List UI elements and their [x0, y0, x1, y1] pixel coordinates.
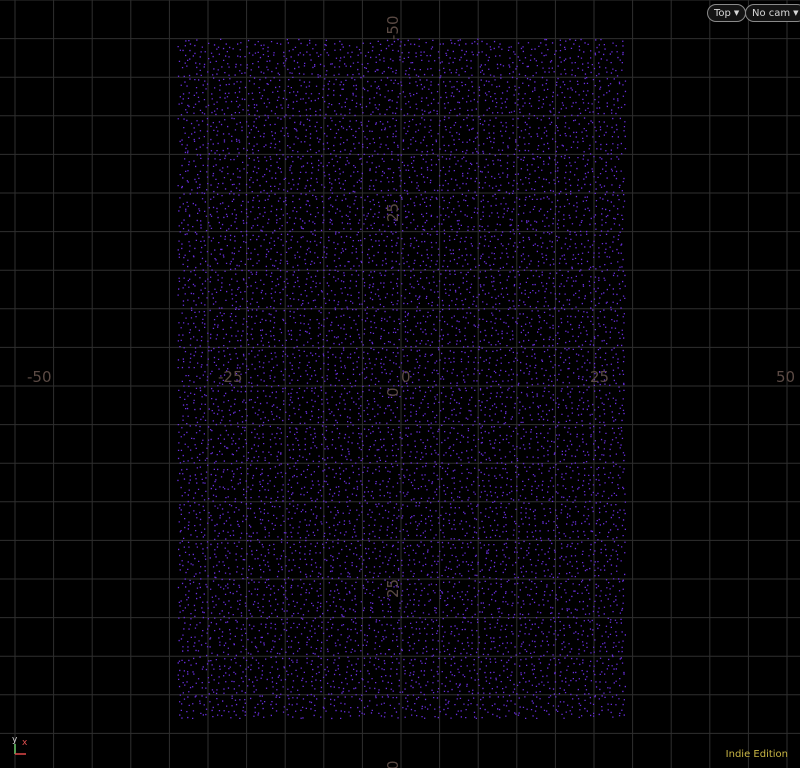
view-menu-caret-icon: ▼ [733, 9, 740, 17]
grid-and-points: -50 -25 0 25 50 -50 25 0 25 0 [0, 0, 800, 768]
v-label-lower25: 25 [384, 579, 402, 598]
h-label-0: 0 [401, 368, 411, 386]
view-menu-label: Top [714, 8, 731, 19]
v-label-0: 0 [384, 387, 402, 397]
h-label-50: 50 [776, 368, 795, 386]
camera-menu-button[interactable]: No cam ▼ [745, 4, 800, 22]
h-label-neg25: -25 [218, 368, 243, 386]
gizmo-y-label: y [12, 735, 18, 745]
camera-menu-label: No cam [752, 8, 791, 19]
scene-viewport[interactable]: -50 -25 0 25 50 -50 25 0 25 0 Top ▼ No ca… [0, 0, 800, 768]
v-label-neg50: -50 [384, 16, 402, 41]
view-menu-button[interactable]: Top ▼ [707, 4, 747, 22]
axes-gizmo-icon: y x [12, 735, 28, 755]
h-label-neg50: -50 [27, 368, 52, 386]
h-label-25: 25 [590, 368, 609, 386]
edition-label: Indie Edition [725, 749, 788, 760]
gizmo-x-label: x [22, 738, 28, 748]
v-label-upper25: 25 [384, 203, 402, 222]
axis-labels: -50 -25 0 25 50 -50 25 0 25 0 [27, 16, 795, 768]
construction-grid [0, 0, 800, 768]
camera-menu-caret-icon: ▼ [793, 9, 799, 17]
v-label-bottom: 0 [384, 760, 402, 768]
